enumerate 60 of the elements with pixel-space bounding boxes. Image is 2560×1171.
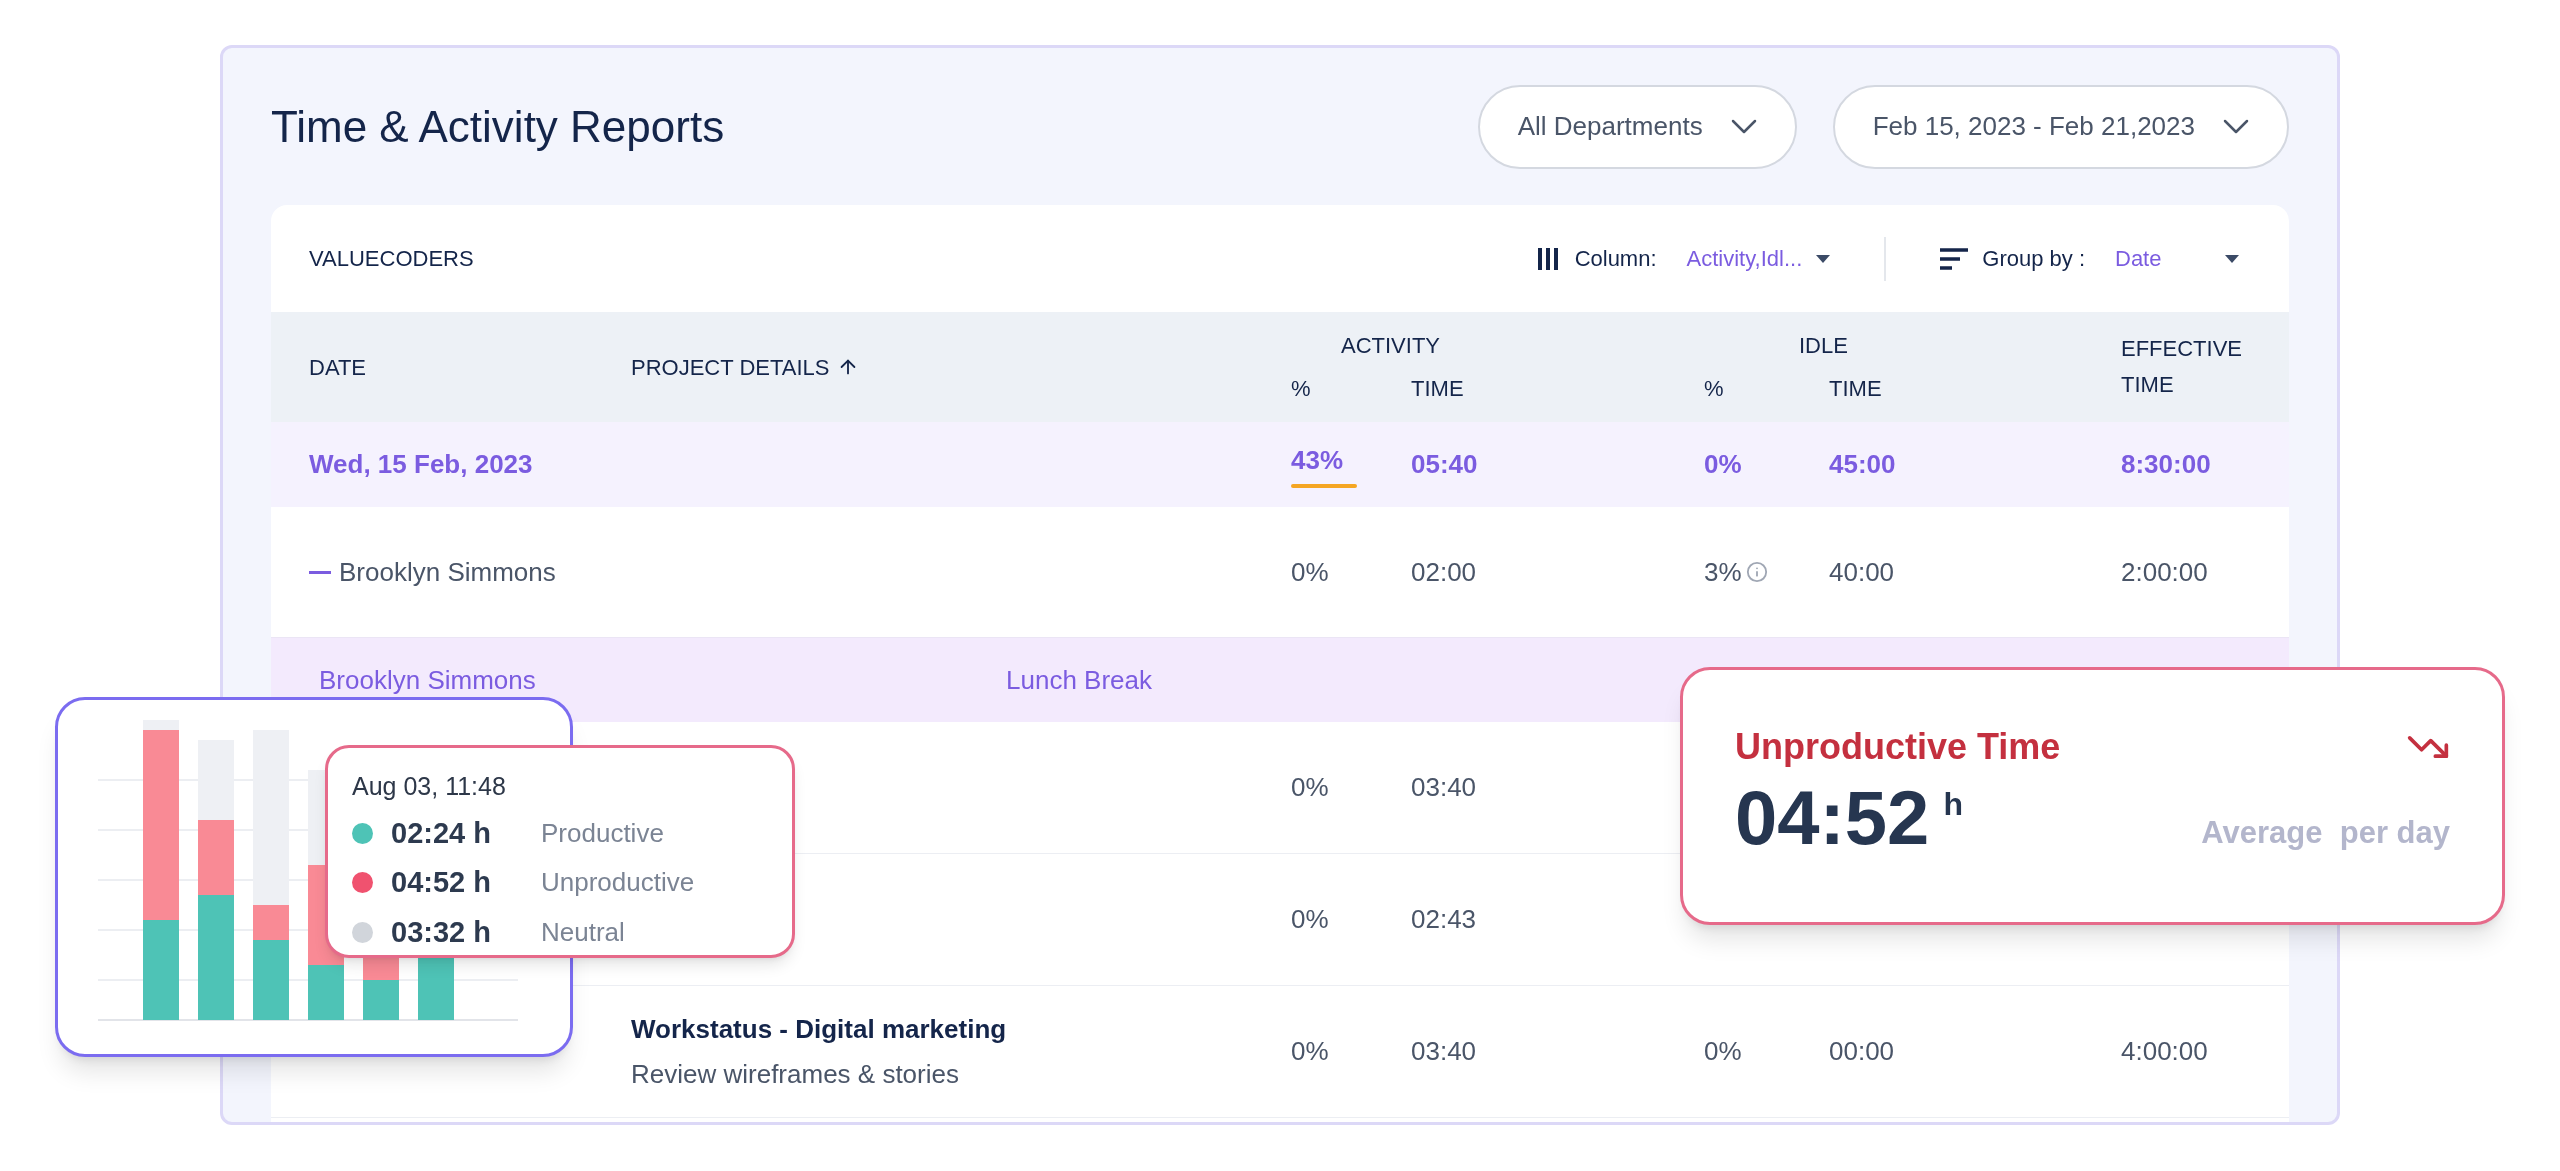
member-name: Brooklyn Simmons: [339, 555, 556, 589]
column-group-header: ACTIVITY: [1340, 332, 1441, 360]
member-name: Brooklyn Simmons: [318, 664, 536, 695]
table-cell: 03:40: [1411, 772, 1477, 802]
chevron-down-icon: [2223, 119, 2249, 134]
bar-segment: [363, 980, 399, 1020]
column-header: TIME: [1829, 376, 1882, 401]
task-title: Workstatus - Digital marketing: [631, 1012, 1008, 1046]
underline: [1291, 484, 1357, 488]
caret-icon: [2225, 254, 2239, 263]
table-cell: 02:43: [1411, 904, 1477, 934]
group-by-picker[interactable]: Group by : Date: [1940, 242, 2239, 275]
column-header: %: [1291, 376, 1311, 401]
column-header: %: [1704, 376, 1724, 401]
caret-icon: [1816, 254, 1831, 263]
legend-value: 02:24 h: [391, 815, 492, 851]
table-cell-text: 43%: [1291, 444, 1344, 477]
filter-dropdown[interactable]: Feb 15, 2023 - Feb 21,2023: [1832, 84, 2289, 169]
table-cell: 40:00: [1829, 556, 1895, 587]
legend-value: 03:32 h: [391, 914, 492, 950]
table-cell: 03:40: [1411, 1036, 1477, 1066]
legend-label: Productive: [541, 816, 664, 850]
sort-lines-icon: [1940, 247, 1969, 270]
table-cell: 05:40: [1411, 449, 1478, 479]
column-header: TIME: [1411, 376, 1464, 401]
columns-icon: [1536, 245, 1561, 272]
date-label: Wed, 15 Feb, 2023: [309, 449, 533, 479]
column-header[interactable]: PROJECT DETAILS: [631, 350, 830, 384]
stat-title: Unproductive Time: [1735, 725, 2061, 769]
task-subtitle: Review wireframes & stories: [631, 1057, 960, 1091]
table-cell: 8:30:00: [2121, 449, 2211, 479]
legend-label: Unproductive: [541, 866, 695, 900]
chevron-down-icon: [1730, 119, 1757, 134]
legend-value: 04:52 h: [391, 865, 492, 900]
table-cell: 0%: [1291, 904, 1329, 934]
column-group-header: IDLE: [1798, 332, 1849, 360]
table-cell: 0%: [1704, 1036, 1742, 1066]
column-picker[interactable]: Column: Activity,Idl...: [1536, 242, 1831, 275]
column-header: DATE: [309, 354, 367, 380]
company-name: VALUECODERS: [309, 245, 474, 273]
page-title: Time & Activity Reports: [271, 100, 725, 153]
table-cell: 0%: [1291, 1036, 1329, 1066]
stat-caption: Average per day: [2201, 813, 2450, 852]
table-cell: 0%: [1291, 772, 1329, 802]
table-cell: 45:00: [1829, 449, 1896, 479]
table-cell: 4:00:00: [2121, 1036, 2208, 1066]
info-icon[interactable]: [1745, 561, 1768, 583]
table-cell: 02:00: [1411, 556, 1477, 587]
stat-unit: h: [1943, 785, 1963, 824]
stat-value: 04:52: [1735, 780, 1930, 856]
table-cell: 0%: [1704, 449, 1742, 479]
break-label: Lunch Break: [1006, 664, 1152, 695]
legend-label: Neutral: [541, 915, 625, 949]
column-header: EFFECTIVE TIME: [2121, 336, 2242, 397]
table-cell-text: 3%: [1704, 555, 1742, 589]
table-cell: 00:00: [1829, 1036, 1895, 1066]
tooltip-time: Aug 03, 11:48: [352, 771, 507, 802]
table-cell: 2:00:00: [2121, 556, 2208, 587]
table-cell: 0%: [1291, 556, 1329, 587]
filter-dropdown[interactable]: All Departments: [1477, 84, 1797, 169]
